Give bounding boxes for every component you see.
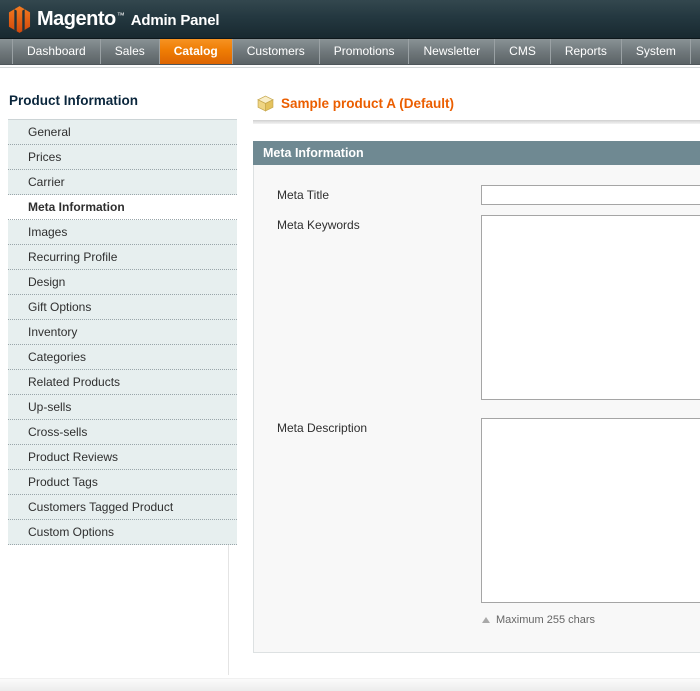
sidebar-item-meta-information[interactable]: Meta Information <box>8 195 237 220</box>
nav-item-reports[interactable]: Reports <box>550 39 621 64</box>
sidebar-item-custom-options[interactable]: Custom Options <box>8 520 237 545</box>
nav-item-cms[interactable]: CMS <box>494 39 550 64</box>
sidebar-title: Product Information <box>9 93 237 108</box>
sidebar-item-product-tags[interactable]: Product Tags <box>8 470 237 495</box>
meta-description-row: Meta Description Maximum 255 chars <box>254 418 700 626</box>
sidebar-item-up-sells[interactable]: Up-sells <box>8 395 237 420</box>
meta-keywords-label: Meta Keywords <box>254 215 481 235</box>
meta-title-label: Meta Title <box>254 185 481 205</box>
product-cube-icon <box>257 95 274 112</box>
sidebar-item-recurring-profile[interactable]: Recurring Profile <box>8 245 237 270</box>
nav-item-customers[interactable]: Customers <box>232 39 319 64</box>
page-title: Sample product A (Default) <box>281 96 454 111</box>
main-nav: Dashboard Sales Catalog Customers Promot… <box>0 39 700 65</box>
sidebar-item-carrier[interactable]: Carrier <box>8 170 237 195</box>
nav-item-dashboard[interactable]: Dashboard <box>12 39 100 64</box>
content-area: Product Information General Prices Carri… <box>0 68 700 691</box>
note-triangle-icon <box>482 617 490 623</box>
nav-item-newsletter[interactable]: Newsletter <box>408 39 494 64</box>
page-title-row: Sample product A (Default) <box>253 95 700 112</box>
sidebar-item-customers-tagged-product[interactable]: Customers Tagged Product <box>8 495 237 520</box>
meta-keywords-textarea[interactable] <box>481 215 700 400</box>
sidebar-item-design[interactable]: Design <box>8 270 237 295</box>
sidebar-item-cross-sells[interactable]: Cross-sells <box>8 420 237 445</box>
magento-logo-icon <box>8 5 31 34</box>
nav-item-promotions[interactable]: Promotions <box>319 39 409 64</box>
sidebar-border-rule <box>228 545 229 675</box>
app-header: Magento ™ Admin Panel <box>0 0 700 39</box>
nav-item-system[interactable]: System <box>621 39 691 64</box>
title-divider <box>253 120 700 124</box>
brand-subtitle: Admin Panel <box>131 12 220 29</box>
sidebar-item-general[interactable]: General <box>8 120 237 145</box>
sidebar-item-gift-options[interactable]: Gift Options <box>8 295 237 320</box>
sidebar-item-categories[interactable]: Categories <box>8 345 237 370</box>
brand-wordmark: Magento <box>37 8 116 31</box>
nav-item-sales[interactable]: Sales <box>100 39 159 64</box>
meta-keywords-row: Meta Keywords <box>254 215 700 405</box>
product-tabs-sidebar: Product Information General Prices Carri… <box>8 68 237 545</box>
note-text: Maximum 255 chars <box>496 614 595 626</box>
magento-admin-page: Magento ™ Admin Panel Dashboard Sales Ca… <box>0 0 700 691</box>
main-panel: Sample product A (Default) Meta Informat… <box>253 68 700 653</box>
sidebar-item-images[interactable]: Images <box>8 220 237 245</box>
meta-title-row: Meta Title <box>254 185 700 205</box>
panel-body: Meta Title Meta Keywords Meta Descriptio… <box>253 165 700 653</box>
brand-trademark: ™ <box>117 11 125 20</box>
meta-description-textarea[interactable] <box>481 418 700 603</box>
brand-title: Magento ™ Admin Panel <box>37 8 219 31</box>
meta-information-panel: Meta Information Meta Title Meta Keyword… <box>253 141 700 653</box>
sidebar-item-product-reviews[interactable]: Product Reviews <box>8 445 237 470</box>
meta-description-note: Maximum 255 chars <box>482 614 700 626</box>
nav-item-catalog[interactable]: Catalog <box>159 39 232 64</box>
panel-header: Meta Information <box>253 141 700 165</box>
footer-strip <box>0 678 700 691</box>
meta-description-label: Meta Description <box>254 418 481 438</box>
sidebar-item-prices[interactable]: Prices <box>8 145 237 170</box>
sidebar-item-inventory[interactable]: Inventory <box>8 320 237 345</box>
product-tabs-list: General Prices Carrier Meta Information … <box>8 119 237 545</box>
meta-title-input[interactable] <box>481 185 700 205</box>
sidebar-item-related-products[interactable]: Related Products <box>8 370 237 395</box>
